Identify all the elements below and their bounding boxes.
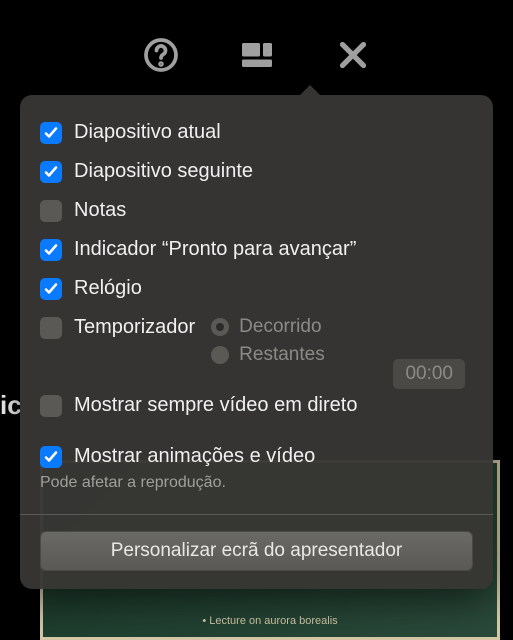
label-clock: Relógio [74, 277, 142, 300]
label-timer: Temporizador [74, 316, 195, 339]
option-clock: Relógio [20, 269, 493, 308]
checkbox-ready-indicator[interactable] [40, 239, 62, 261]
divider [20, 514, 493, 515]
radio-row-elapsed: Decorrido [211, 316, 325, 338]
show-animations-help-text: Pode afetar a reprodução. [20, 474, 493, 504]
label-remaining: Restantes [239, 344, 325, 366]
checkbox-notes[interactable] [40, 200, 62, 222]
help-icon[interactable] [143, 37, 179, 73]
close-icon[interactable] [335, 37, 371, 73]
background-slide-caption: • Lecture on aurora borealis [202, 615, 337, 627]
label-next-slide: Diapositivo seguinte [74, 160, 253, 183]
label-ready-indicator: Indicador “Pronto para avançar” [74, 238, 356, 261]
label-current-slide: Diapositivo atual [74, 121, 221, 144]
radio-row-remaining: Restantes [211, 344, 325, 366]
option-next-slide: Diapositivo seguinte [20, 152, 493, 191]
option-ready-indicator: Indicador “Pronto para avançar” [20, 230, 493, 269]
checkbox-clock[interactable] [40, 278, 62, 300]
label-always-live-video: Mostrar sempre vídeo em direto [74, 394, 357, 417]
timer-value-input[interactable]: 00:00 [393, 359, 465, 389]
option-current-slide: Diapositivo atual [20, 113, 493, 152]
customize-presenter-display-button[interactable]: Personalizar ecrã do apresentador [40, 531, 473, 571]
option-timer: Temporizador Decorrido Restantes 00:00 [20, 308, 493, 374]
option-show-animations: Mostrar animações e vídeo [20, 437, 493, 476]
checkbox-next-slide[interactable] [40, 161, 62, 183]
option-notes: Notas [20, 191, 493, 230]
checkbox-show-animations[interactable] [40, 446, 62, 468]
radio-elapsed[interactable] [211, 318, 229, 336]
toolbar [0, 30, 513, 80]
presenter-display-popover: Diapositivo atual Diapositivo seguinte N… [20, 95, 493, 589]
layout-icon[interactable] [239, 37, 275, 73]
label-elapsed: Decorrido [239, 316, 321, 338]
label-notes: Notas [74, 199, 126, 222]
radio-remaining[interactable] [211, 346, 229, 364]
checkbox-timer[interactable] [40, 317, 62, 339]
checkbox-always-live-video[interactable] [40, 395, 62, 417]
option-always-live-video: Mostrar sempre vídeo em direto [20, 386, 493, 425]
label-show-animations: Mostrar animações e vídeo [74, 445, 315, 468]
checkbox-current-slide[interactable] [40, 122, 62, 144]
